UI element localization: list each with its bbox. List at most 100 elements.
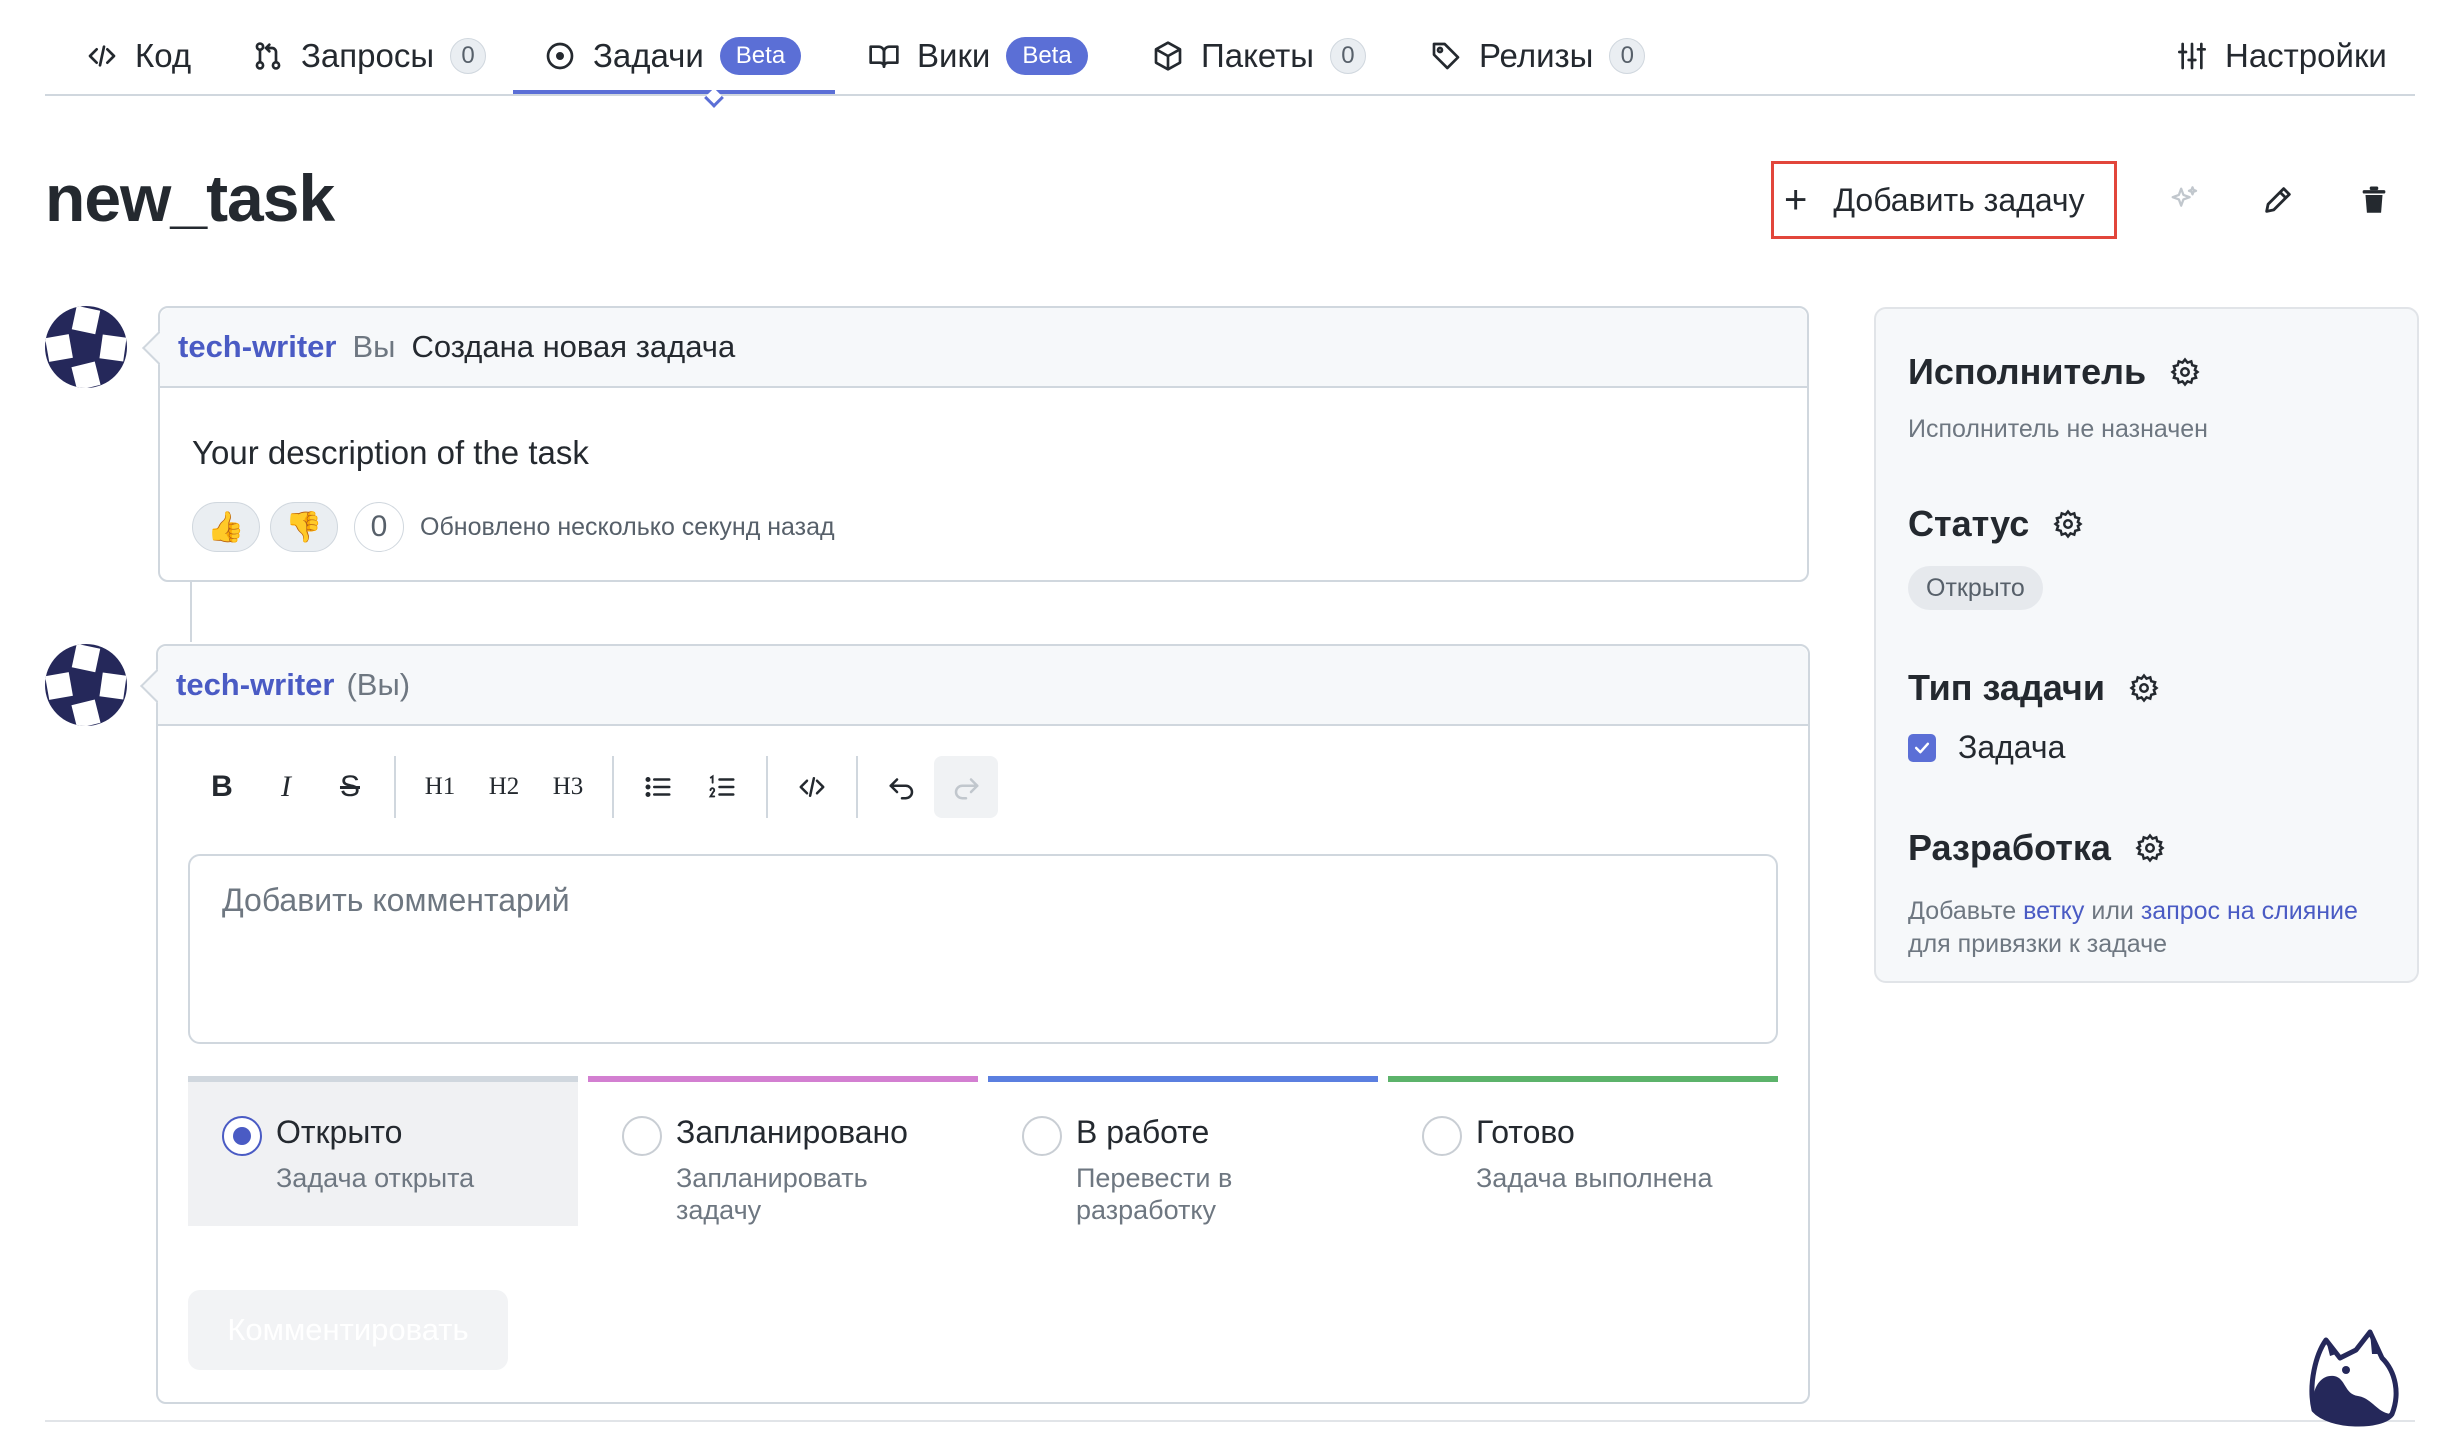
add-task-button[interactable]: + Добавить задачу	[1771, 161, 2117, 239]
bold-button[interactable]: B	[190, 756, 254, 818]
footer-divider	[45, 1420, 2415, 1422]
gear-icon[interactable]	[2135, 833, 2165, 863]
status-badge: Открыто	[1908, 566, 2043, 610]
tab-settings[interactable]: Настройки	[2175, 28, 2387, 84]
status-option-in-progress[interactable]: В работе Перевести в разработку	[988, 1076, 1378, 1226]
thumbs-down-icon[interactable]: 👎	[270, 502, 338, 552]
author-link[interactable]: tech-writer	[178, 329, 336, 365]
status-label: Открыто	[276, 1114, 403, 1150]
tab-label: Релизы	[1479, 37, 1594, 74]
status-option-planned[interactable]: Запланировано Запланировать задачу	[588, 1076, 978, 1226]
avatar	[45, 644, 127, 726]
editor-toolbar: B I S H1 H2 H3	[190, 756, 998, 818]
assignee-section-title: Исполнитель	[1908, 351, 2200, 393]
numbered-list-icon[interactable]	[690, 756, 754, 818]
thumbs-up-icon[interactable]: 👍	[192, 502, 260, 552]
code-icon[interactable]	[780, 756, 844, 818]
pull-request-icon	[251, 39, 285, 73]
tab-requests[interactable]: Запросы 0	[251, 28, 487, 84]
gear-icon[interactable]	[2170, 357, 2200, 387]
count-badge: 0	[1609, 38, 1646, 74]
status-color-bar	[1388, 1076, 1778, 1082]
heading-2-button[interactable]: H2	[472, 756, 536, 818]
tab-code[interactable]: Код	[85, 28, 191, 84]
status-option-done[interactable]: Готово Задача выполнена	[1388, 1076, 1778, 1226]
beta-badge: Beta	[719, 37, 802, 75]
dev-hint: Добавьте ветку или запрос на слияние для…	[1908, 895, 2398, 961]
event-action: Создана новая задача	[411, 329, 736, 364]
radio-selected-icon[interactable]	[222, 1116, 262, 1156]
radio-icon[interactable]	[1022, 1116, 1062, 1156]
settings-sliders-icon	[2175, 39, 2209, 73]
avatar	[45, 306, 127, 388]
edit-pencil-icon[interactable]	[2256, 178, 2300, 222]
status-title: Статус	[1908, 503, 2030, 544]
count-badge: 0	[450, 38, 487, 74]
mascot-assistant-icon[interactable]	[2306, 1324, 2402, 1428]
package-icon	[1151, 39, 1185, 73]
task-type-item: Задача	[1908, 729, 2065, 766]
branch-link[interactable]: ветку	[2023, 897, 2084, 925]
tab-label: Настройки	[2225, 37, 2387, 74]
trash-icon[interactable]	[2352, 178, 2396, 222]
reactions: 👍 👎 0 Обновлено несколько секунд назад	[192, 502, 835, 552]
status-color-bar	[988, 1076, 1378, 1082]
you-label: (Вы)	[346, 667, 411, 702]
comment-editor-card: tech-writer (Вы) B I S H1 H2 H3 Добавить…	[140, 644, 1810, 1404]
status-label: Запланировано	[676, 1114, 908, 1150]
heading-3-button[interactable]: H3	[536, 756, 600, 818]
comment-placeholder: Добавить комментарий	[222, 882, 570, 918]
reaction-count: 0	[354, 502, 404, 552]
tab-releases[interactable]: Релизы 0	[1429, 28, 1646, 84]
tab-packages[interactable]: Пакеты 0	[1151, 28, 1366, 84]
event-card: tech-writer Вы Создана новая задача Your…	[142, 306, 1809, 582]
you-label: Вы	[352, 329, 396, 364]
gear-icon[interactable]	[2129, 673, 2159, 703]
status-section-title: Статус	[1908, 503, 2083, 545]
bullet-list-icon[interactable]	[626, 756, 690, 818]
tab-label: Код	[135, 37, 192, 74]
tab-label: Задачи	[593, 37, 704, 74]
gear-icon[interactable]	[2053, 509, 2083, 539]
code-icon	[85, 39, 119, 73]
comment-submit-button[interactable]: Комментировать	[188, 1290, 508, 1370]
status-option-open[interactable]: Открыто Задача открыта	[188, 1076, 578, 1226]
book-icon	[867, 39, 901, 73]
updated-time: Обновлено несколько секунд назад	[420, 512, 835, 541]
type-title: Тип задачи	[1908, 667, 2105, 708]
beta-badge: Beta	[1006, 37, 1088, 75]
dev-section-title: Разработка	[1908, 827, 2165, 869]
dev-hint-text: для привязки к задаче	[1908, 930, 2168, 958]
status-label: В работе	[1076, 1114, 1210, 1150]
dev-hint-text: или	[2091, 897, 2134, 925]
strikethrough-button[interactable]: S	[318, 756, 382, 818]
active-tab-indicator	[513, 90, 835, 94]
redo-icon[interactable]	[934, 756, 998, 818]
comment-textarea[interactable]: Добавить комментарий	[188, 854, 1778, 1044]
tab-label: Запросы	[301, 37, 435, 74]
type-section-title: Тип задачи	[1908, 667, 2159, 709]
undo-icon[interactable]	[870, 756, 934, 818]
tab-label: Вики	[917, 37, 991, 74]
italic-button[interactable]: I	[254, 756, 318, 818]
assignee-title: Исполнитель	[1908, 351, 2147, 392]
count-badge: 0	[1329, 38, 1366, 74]
author-link[interactable]: tech-writer	[176, 667, 334, 703]
status-label: Готово	[1476, 1114, 1575, 1150]
status-description: Перевести в разработку	[1076, 1163, 1233, 1225]
heading-1-button[interactable]: H1	[408, 756, 472, 818]
radio-icon[interactable]	[1422, 1116, 1462, 1156]
merge-request-link[interactable]: запрос на слияние	[2141, 897, 2358, 925]
issue-sidebar: Исполнитель Исполнитель не назначен Стат…	[1874, 307, 2419, 983]
radio-icon[interactable]	[622, 1116, 662, 1156]
editor-header: tech-writer (Вы)	[158, 646, 1808, 726]
status-description: Запланировать задачу	[676, 1163, 868, 1225]
status-color-bar	[188, 1076, 578, 1082]
task-description: Your description of the task	[192, 434, 589, 471]
checkbox-checked-icon	[1908, 733, 1936, 762]
tab-issues[interactable]: Задачи Beta	[543, 28, 802, 84]
tab-wiki[interactable]: Вики Beta	[867, 28, 1088, 84]
add-task-label: Добавить задачу	[1833, 181, 2085, 218]
task-type-label: Задача	[1958, 729, 2066, 765]
sparkle-icon[interactable]	[2162, 178, 2206, 222]
